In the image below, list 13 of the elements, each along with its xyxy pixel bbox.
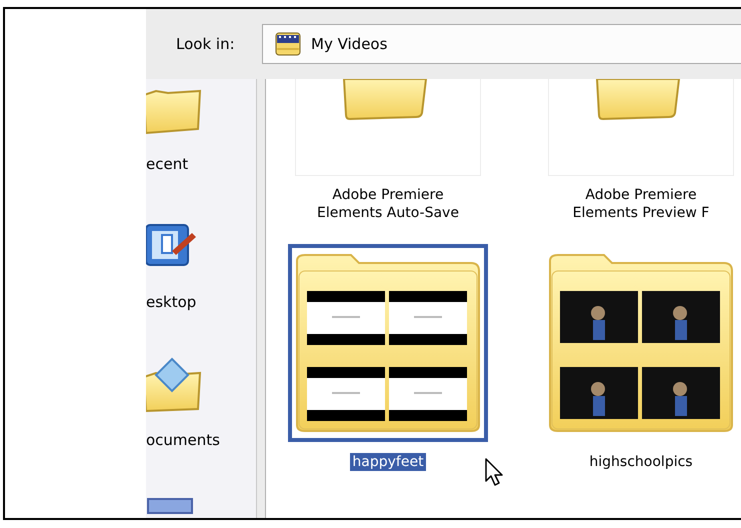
file-name[interactable]: happyfeet [350, 453, 426, 471]
folder-icon [593, 79, 683, 121]
file-name[interactable]: Adobe Premiere Elements Preview F [559, 186, 723, 222]
file-name[interactable]: highschoolpics [587, 453, 695, 471]
documents-folder-icon [146, 357, 202, 413]
video-folder-icon [275, 32, 301, 56]
look-in-label: Look in: [176, 35, 236, 53]
folder-icon [340, 79, 430, 121]
places-item[interactable]: esktop [146, 293, 196, 311]
look-in-dropdown[interactable]: My Videos [262, 24, 741, 64]
places-item[interactable]: ocuments [146, 431, 220, 449]
file-name[interactable]: Adobe Premiere Elements Auto-Save [306, 186, 470, 222]
places-item[interactable]: ecent [146, 155, 188, 173]
